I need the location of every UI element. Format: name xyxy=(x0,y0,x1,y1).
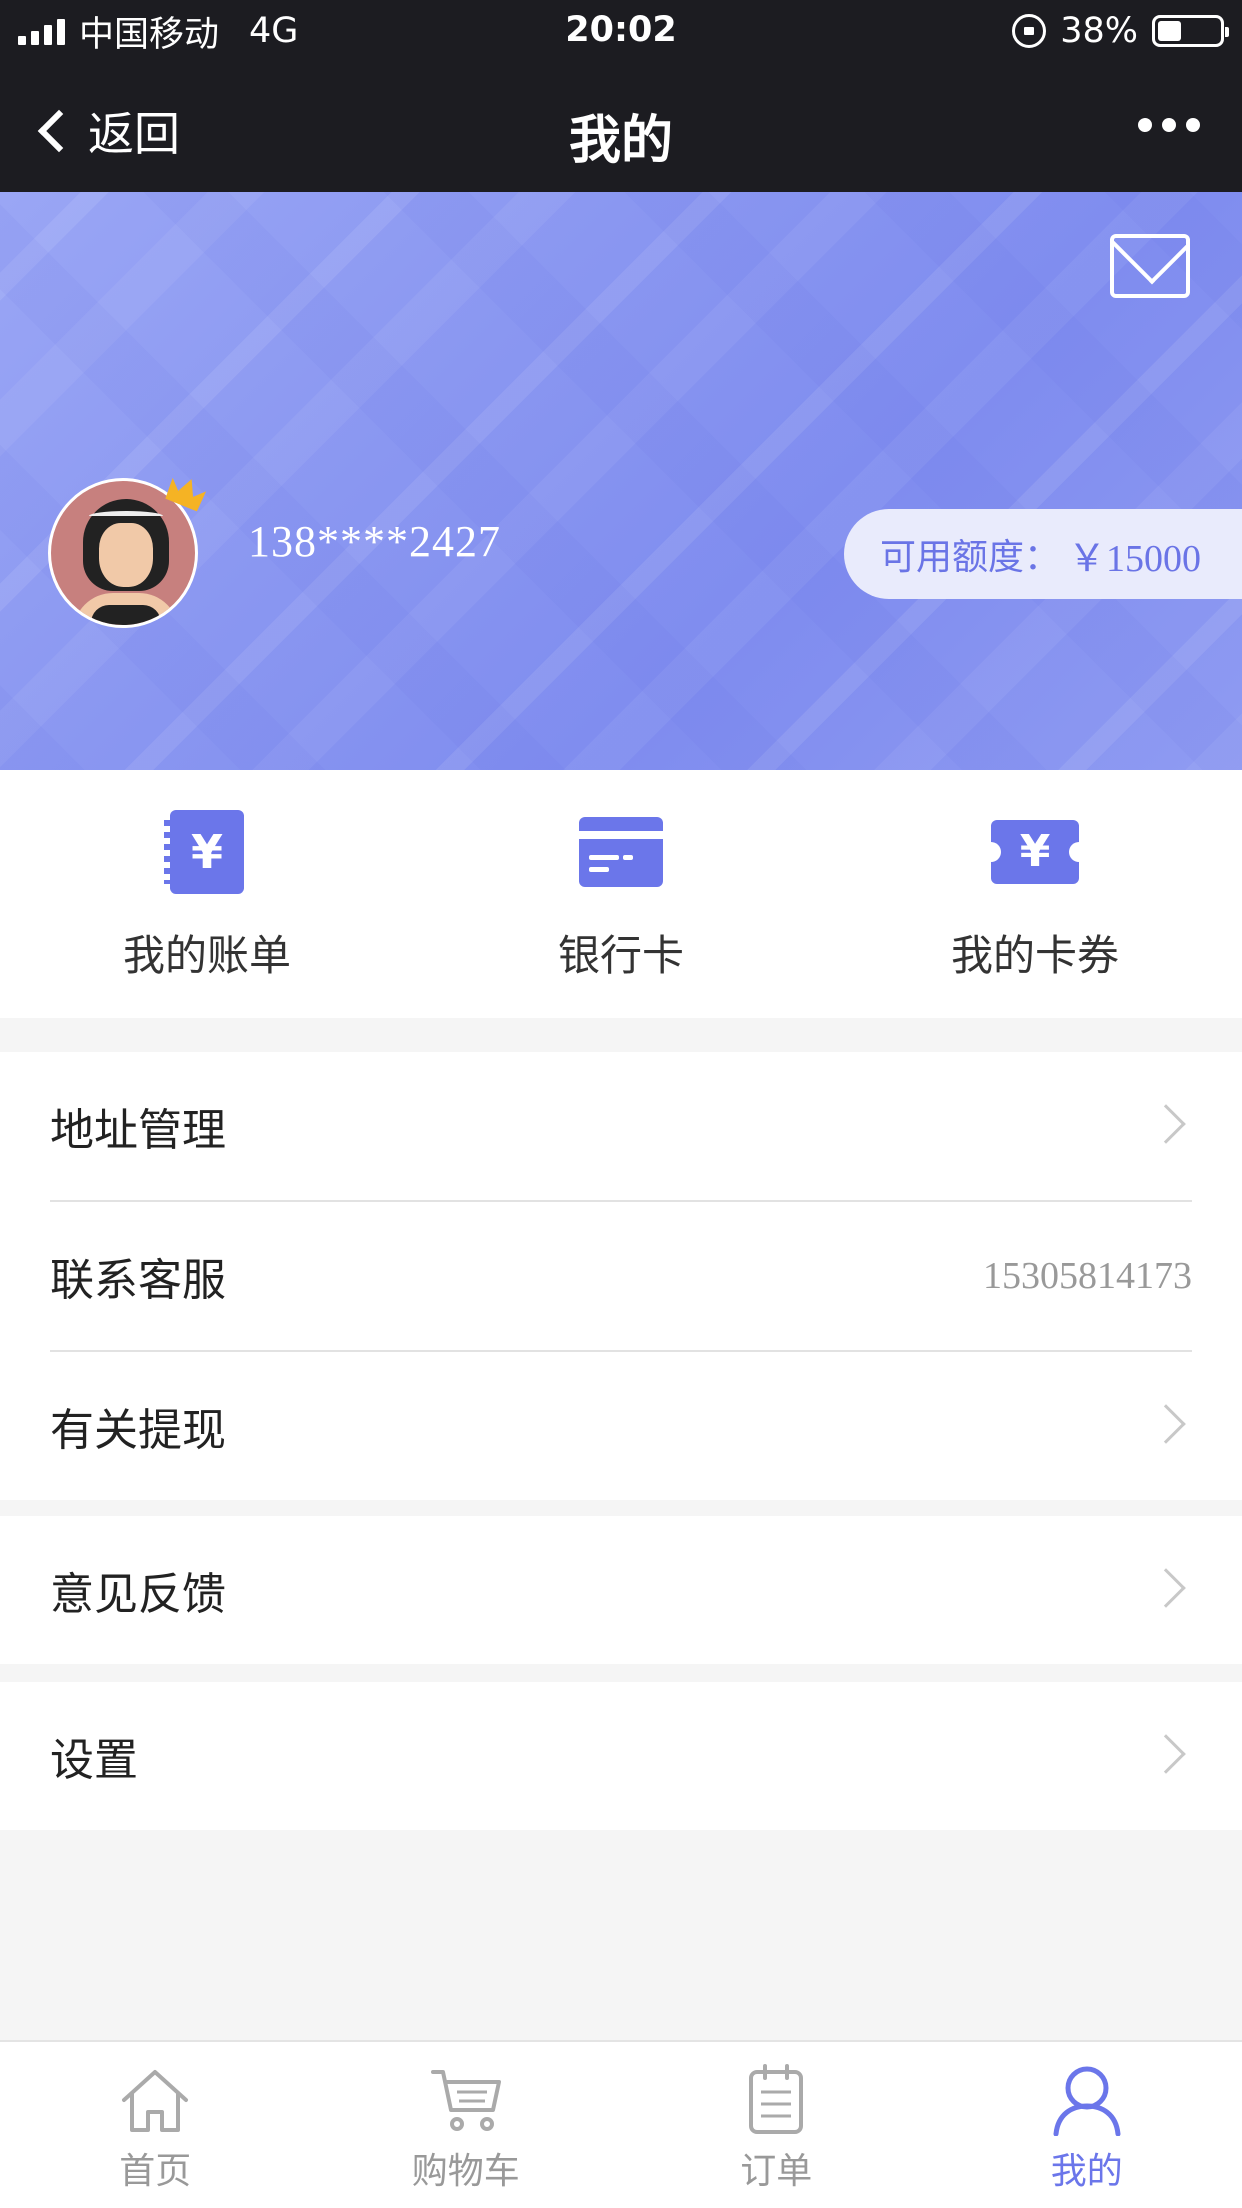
bill-icon: ¥ xyxy=(164,810,244,894)
tab-cart[interactable]: 购物车 xyxy=(311,2042,622,2208)
chevron-right-icon xyxy=(1146,1104,1186,1144)
status-bar: 中国移动 4G 20:02 38% xyxy=(0,0,1242,62)
nav-bar: 返回 我的 xyxy=(0,62,1242,192)
avatar[interactable] xyxy=(48,477,207,634)
tab-orders[interactable]: 订单 xyxy=(621,2042,932,2208)
bank-card-button[interactable]: 银行卡 xyxy=(414,770,828,1018)
action-label: 我的卡券 xyxy=(950,931,1119,980)
menu-item-feedback[interactable]: 意见反馈 xyxy=(0,1516,1242,1664)
chevron-right-icon xyxy=(1146,1734,1186,1774)
page-title: 我的 xyxy=(568,111,673,171)
quick-actions: ¥ 我的账单 银行卡 ¥ 我的卡券 xyxy=(0,770,1242,1018)
tab-label: 购物车 xyxy=(411,2151,520,2192)
coupon-icon: ¥ xyxy=(981,820,1089,884)
menu-label: 意见反馈 xyxy=(50,1569,226,1620)
menu-group-feedback: 意见反馈 xyxy=(0,1516,1242,1664)
menu-label: 联系客服 xyxy=(50,1255,226,1306)
user-icon xyxy=(1053,2066,1121,2136)
tab-label: 订单 xyxy=(740,2151,813,2192)
cart-icon xyxy=(430,2070,501,2131)
more-dot-icon xyxy=(1138,118,1152,132)
credit-value: ￥15000 xyxy=(1068,537,1202,580)
battery-percent: 38% xyxy=(1060,11,1138,51)
menu-item-withdraw[interactable]: 有关提现 xyxy=(0,1352,1242,1500)
tab-me[interactable]: 我的 xyxy=(932,2042,1242,2208)
credit-limit-badge[interactable]: 可用额度： ￥15000 xyxy=(844,509,1242,599)
more-dot-icon xyxy=(1186,118,1200,132)
tab-bar: 首页 购物车 订单 我的 xyxy=(0,2040,1242,2208)
tab-label: 首页 xyxy=(119,2151,192,2192)
more-button[interactable] xyxy=(1138,118,1200,132)
menu-group-settings: 设置 xyxy=(0,1682,1242,1830)
battery-icon xyxy=(1152,15,1229,47)
action-label: 银行卡 xyxy=(557,931,684,980)
chevron-right-icon xyxy=(1146,1568,1186,1608)
more-dot-icon xyxy=(1162,118,1176,132)
mail-icon[interactable] xyxy=(1110,234,1190,298)
my-bill-button[interactable]: ¥ 我的账单 xyxy=(0,770,414,1018)
user-phone: 138****2427 xyxy=(248,517,501,566)
chevron-right-icon xyxy=(1146,1404,1186,1444)
credit-label: 可用额度： xyxy=(880,537,1061,578)
profile-banner: 138****2427 可用额度： ￥15000 xyxy=(0,192,1242,770)
menu-label: 地址管理 xyxy=(50,1105,226,1156)
menu-item-settings[interactable]: 设置 xyxy=(0,1682,1242,1830)
home-icon xyxy=(122,2070,189,2132)
orientation-lock-icon xyxy=(1012,14,1047,48)
menu-group-main: 地址管理 联系客服 15305814173 有关提现 xyxy=(0,1052,1242,1500)
menu-item-customer-service[interactable]: 联系客服 15305814173 xyxy=(0,1202,1242,1350)
bank-card-icon xyxy=(579,817,663,887)
service-phone[interactable]: 15305814173 xyxy=(983,1254,1192,1298)
tab-home[interactable]: 首页 xyxy=(0,2042,311,2208)
action-label: 我的账单 xyxy=(122,931,291,980)
menu-item-address[interactable]: 地址管理 xyxy=(0,1052,1242,1200)
my-coupons-button[interactable]: ¥ 我的卡券 xyxy=(828,770,1242,1018)
menu-label: 有关提现 xyxy=(50,1405,226,1456)
menu-label: 设置 xyxy=(50,1735,138,1786)
order-icon xyxy=(749,2064,804,2134)
tab-label: 我的 xyxy=(1050,2151,1123,2192)
